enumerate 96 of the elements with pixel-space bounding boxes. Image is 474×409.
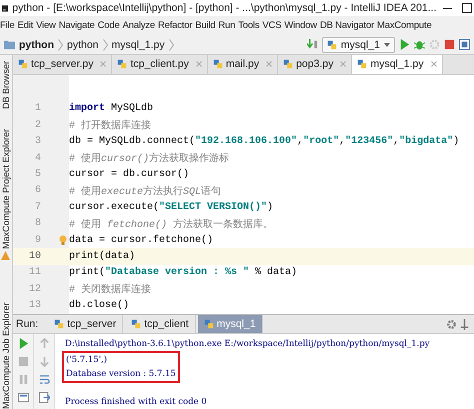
python-file-icon — [18, 59, 28, 70]
arrow-icon[interactable] — [306, 39, 318, 50]
close-icon[interactable] — [100, 61, 106, 68]
close-icon[interactable] — [430, 61, 437, 68]
line-number: 4 — [34, 152, 42, 164]
caret-icon — [384, 42, 390, 46]
side-panel-tab[interactable]: MaxCompute Project Explorer — [1, 109, 11, 249]
chevron-icon — [58, 38, 63, 50]
code-line: import MySQLdb — [69, 103, 154, 114]
console-line: D:\installed\python-3.6.1\python.exe E:/workspace/Intellij/python/python/mysql_1.py — [65, 338, 430, 351]
line-number: 11 — [28, 267, 42, 278]
chevron-icon — [102, 38, 108, 50]
line-number: 8 — [34, 218, 42, 230]
file-tab[interactable]: tcp_server.py — [13, 55, 112, 74]
python-file-icon — [326, 40, 337, 50]
python-file-icon — [131, 319, 142, 330]
run-icon[interactable] — [399, 39, 410, 50]
file-tab[interactable]: mysql_1.py — [352, 55, 443, 74]
menu-item[interactable]: Code — [98, 20, 120, 31]
export-icon[interactable] — [38, 392, 50, 403]
warning-icon — [1, 251, 10, 260]
structure-icon[interactable] — [459, 39, 470, 50]
line-number: 5 — [34, 169, 42, 180]
chevron-icon — [168, 38, 174, 50]
breadcrumb-item[interactable]: python — [19, 38, 54, 50]
run-icon[interactable] — [18, 338, 28, 349]
python-file-icon — [357, 59, 368, 70]
down-arrow-icon[interactable] — [38, 356, 50, 367]
pin-icon[interactable] — [459, 318, 470, 330]
python-file-icon — [54, 319, 64, 330]
gear-icon[interactable] — [446, 318, 457, 330]
code-line: # 使用 fetchone() 方法获取一条数据库。 — [69, 218, 274, 231]
menu-item[interactable]: DB Navigator — [320, 20, 374, 31]
menu-item[interactable]: View — [36, 20, 56, 31]
line-number: 3 — [34, 136, 42, 148]
line-number: 10 — [28, 250, 42, 262]
line-number: 1 — [34, 103, 42, 114]
code-line: db.close() — [69, 300, 130, 312]
code-line: db = MySQLdb.connect("192.168.106.100","root","123456","bigdata") — [69, 136, 460, 148]
close-icon[interactable] — [196, 61, 202, 68]
code-line: print("Database version : %s " % data) — [69, 267, 298, 278]
folder-icon — [4, 39, 15, 50]
menu-item[interactable]: Run — [218, 20, 236, 31]
menu-item[interactable]: VCS — [262, 20, 282, 31]
menu-item[interactable]: File — [0, 20, 15, 31]
close-icon[interactable] — [340, 61, 346, 68]
breadcrumb-item[interactable]: mysql_1.py — [112, 38, 165, 50]
python-file-icon — [117, 59, 128, 70]
run-tab[interactable]: tcp_client — [125, 315, 196, 333]
lightbulb-icon[interactable] — [59, 234, 67, 245]
stop-icon[interactable] — [18, 356, 28, 367]
menu-item[interactable]: MaxCompute — [377, 20, 432, 31]
side-panel-tab[interactable]: DB Browser — [1, 59, 11, 109]
file-tab[interactable]: mail.py — [208, 55, 278, 74]
window-title: python - [E:\workspace\Intellij\python] - [python] - ...\python\mysql_1.py - IntelliJ IDEA 201... — [12, 2, 437, 14]
breadcrumb-item[interactable]: python — [67, 38, 99, 50]
code-line: # 使用cursor()方法获取操作游标 — [69, 152, 230, 166]
side-panel-tab[interactable]: MaxCompute Job Explorer — [1, 266, 11, 409]
run-tab[interactable]: tcp_server — [48, 315, 124, 333]
maximize-button[interactable] — [459, 1, 474, 15]
python-file-icon — [204, 319, 214, 330]
bug-icon[interactable] — [414, 39, 425, 50]
code-line: cursor.execute("SELECT VERSION()") — [69, 202, 274, 213]
menu-item[interactable]: Refactor — [158, 20, 192, 31]
line-number: 13 — [28, 300, 42, 312]
console-line: Process finished with exit code 0 — [65, 396, 208, 409]
wrap-icon[interactable] — [38, 374, 50, 385]
line-number: 6 — [34, 185, 42, 196]
up-arrow-icon[interactable] — [38, 338, 50, 349]
layout-icon[interactable] — [18, 392, 28, 403]
run-label: Run: — [15, 318, 40, 330]
line-number: 7 — [34, 202, 42, 213]
menu-item[interactable]: Navigate — [58, 20, 95, 31]
code-line: cursor = db.cursor() — [69, 169, 190, 180]
line-number: 9 — [34, 234, 42, 246]
code-line: print(data) — [69, 250, 136, 262]
pause-icon[interactable] — [18, 374, 28, 385]
console-line: Database version : 5.7.15 — [66, 368, 176, 381]
code-line: # 使用execute方法执行SQL语句 — [69, 184, 222, 198]
line-number: 12 — [28, 284, 42, 295]
stop-icon[interactable] — [444, 39, 455, 50]
menu-item[interactable]: Tools — [238, 20, 260, 31]
menu-item[interactable]: Window — [284, 20, 317, 31]
run-config-dropdown[interactable]: mysql_1 — [322, 36, 395, 52]
menu-item[interactable]: Analyze — [122, 20, 155, 31]
menu-item[interactable]: Build — [195, 20, 216, 31]
line-number: 2 — [34, 120, 42, 131]
file-tab[interactable]: tcp_client.py — [112, 55, 208, 74]
python-file-icon — [283, 59, 294, 70]
console-line: ('5.7.15',) — [66, 354, 108, 367]
close-icon[interactable] — [266, 61, 272, 68]
menu-item[interactable]: Edit — [18, 20, 34, 31]
python-file-icon — [212, 59, 223, 70]
code-line: # 打开数据库连接 — [69, 118, 152, 132]
code-line: data = cursor.fetchone() — [69, 234, 214, 246]
code-line: # 关闭数据库连接 — [69, 282, 152, 296]
